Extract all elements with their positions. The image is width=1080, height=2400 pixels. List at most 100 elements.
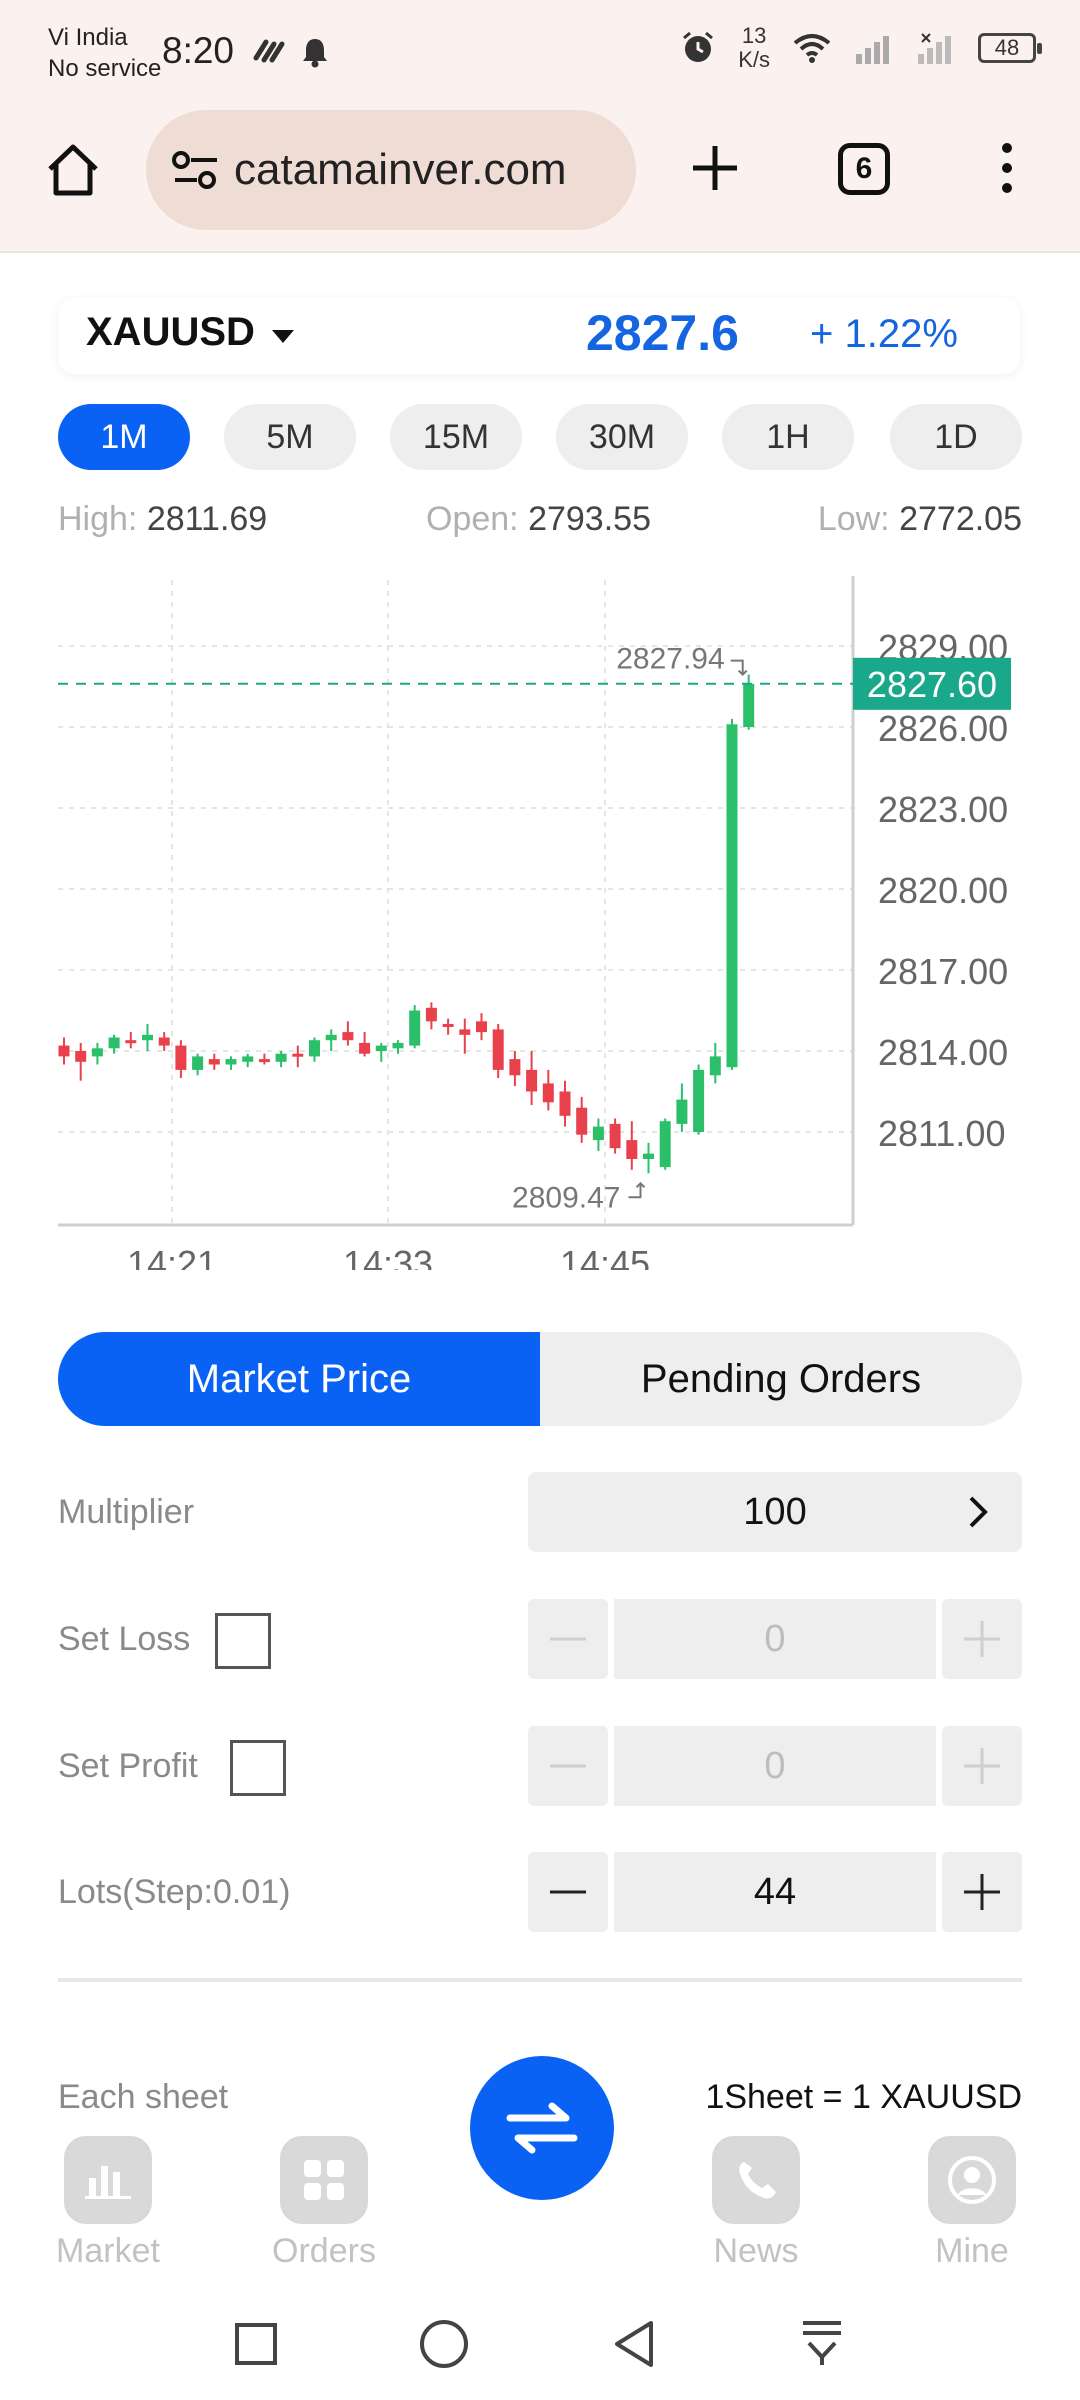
phone-icon	[712, 2136, 800, 2224]
current-price: 2827.6	[586, 305, 739, 361]
candle-body	[309, 1040, 320, 1057]
y-tick-label: 2823.00	[878, 789, 1008, 830]
tab-market-price[interactable]: Market Price	[58, 1332, 540, 1426]
set-profit-stepper: 0	[528, 1726, 1022, 1806]
candle-body	[325, 1034, 337, 1041]
max-price-label: 2827.94	[616, 643, 724, 676]
candle-body	[242, 1056, 254, 1062]
nav-market-label: Market	[56, 2232, 160, 2270]
user-icon	[928, 2136, 1016, 2224]
candle-body	[275, 1053, 287, 1062]
tune-icon	[172, 151, 217, 189]
multiplier-selector[interactable]: 100	[528, 1472, 1022, 1552]
browser-menu-button[interactable]	[982, 135, 1032, 201]
url-text: catamainver.com	[234, 145, 567, 194]
symbol-selector[interactable]: XAUUSD 2827.6 + 1.22%	[58, 298, 1020, 374]
lots-input[interactable]: 44	[614, 1852, 936, 1932]
bar-chart-icon	[64, 2136, 152, 2224]
plus-icon	[964, 1748, 1000, 1784]
lots-increment-button[interactable]	[942, 1852, 1022, 1932]
network-speed: 13 K/s	[738, 24, 770, 72]
square-icon	[235, 2323, 277, 2365]
tab-pending-orders[interactable]: Pending Orders	[540, 1332, 1022, 1426]
candle-body	[592, 1126, 604, 1141]
pull-down-icon	[803, 2321, 841, 2365]
set-loss-decrement-button[interactable]	[528, 1599, 608, 1679]
set-loss-input[interactable]: 0	[614, 1599, 936, 1679]
symbol-name: XAUUSD	[86, 310, 255, 354]
nav-orders-label: Orders	[272, 2232, 376, 2270]
timeframe-15m[interactable]: 15M	[390, 404, 522, 470]
open-label: Open:	[426, 500, 519, 538]
recents-button[interactable]	[226, 2314, 286, 2374]
minus-icon	[550, 1764, 586, 1768]
candle-body	[626, 1140, 638, 1159]
set-profit-checkbox[interactable]	[230, 1740, 286, 1796]
minus-icon	[550, 1890, 586, 1894]
chevron-right-icon	[969, 1496, 988, 1528]
each-sheet-value: 1Sheet = 1 XAUUSD	[705, 2078, 1022, 2116]
candle-body	[425, 1007, 437, 1022]
lots-row: Lots(Step:0.01) 44	[58, 1852, 1022, 1932]
nav-orders[interactable]: Orders	[244, 2136, 404, 2276]
candle-body	[526, 1069, 538, 1092]
set-profit-decrement-button[interactable]	[528, 1726, 608, 1806]
candle-body	[743, 683, 755, 727]
candle-body	[492, 1029, 504, 1070]
timeframe-1m[interactable]: 1M	[58, 404, 190, 470]
y-tick-label: 2817.00	[878, 951, 1008, 992]
nav-mine[interactable]: Mine	[892, 2136, 1052, 2276]
menu-dot-icon	[1002, 183, 1012, 193]
back-triangle-icon	[615, 2321, 653, 2367]
candle-body	[709, 1056, 721, 1076]
status-extra-icons	[252, 36, 330, 68]
back-button[interactable]	[604, 2314, 664, 2374]
signal-icon	[856, 36, 889, 64]
x-tick-label: 14:33	[343, 1243, 433, 1270]
candle-body	[375, 1045, 387, 1051]
battery-indicator: 48	[978, 33, 1042, 63]
home-button[interactable]	[40, 137, 106, 203]
alarm-icon	[683, 31, 714, 62]
set-profit-increment-button[interactable]	[942, 1726, 1022, 1806]
lots-label: Lots(Step:0.01)	[58, 1872, 291, 1911]
bell-icon	[303, 39, 327, 68]
nav-news-label: News	[713, 2232, 799, 2270]
timeframe-1d[interactable]: 1D	[890, 404, 1022, 470]
menu-dot-icon	[1002, 163, 1012, 173]
price-chart[interactable]: 2829.00 2826.00 2823.00 2820.00 2817.00 2814.…	[0, 570, 1080, 1270]
status-bar: Vi India No service 8:20 13 K/s 48	[0, 0, 1080, 105]
browser-toolbar: catamainver.com 6	[0, 105, 1080, 253]
set-profit-row: Set Profit 0	[58, 1726, 1022, 1806]
home-icon	[48, 144, 98, 196]
set-profit-input[interactable]: 0	[614, 1726, 936, 1806]
nav-market[interactable]: Market	[28, 2136, 188, 2276]
timeframe-30m[interactable]: 30M	[556, 404, 688, 470]
set-loss-increment-button[interactable]	[942, 1599, 1022, 1679]
candle-body	[409, 1010, 421, 1046]
set-loss-row: Set Loss 0	[58, 1599, 1022, 1679]
set-loss-checkbox[interactable]	[215, 1613, 271, 1669]
site-settings-button[interactable]	[168, 142, 224, 198]
candlestick-chart: 2829.002826.002823.002820.002817.002814.…	[58, 576, 1011, 1270]
swap-arrows-icon	[506, 2102, 578, 2154]
address-bar[interactable]: catamainver.com	[146, 110, 636, 230]
candle-body	[609, 1123, 621, 1149]
home-nav-button[interactable]	[414, 2314, 474, 2374]
plus-icon	[964, 1621, 1000, 1657]
lots-decrement-button[interactable]	[528, 1852, 608, 1932]
candle-body	[125, 1040, 137, 1044]
y-tick-label: 2820.00	[878, 870, 1008, 911]
tab-switcher-button[interactable]: 6	[838, 143, 890, 195]
timeframe-5m[interactable]: 5M	[224, 404, 356, 470]
timeframe-1h[interactable]: 1H	[722, 404, 854, 470]
price-change: + 1.22%	[810, 312, 958, 356]
y-tick-label: 2814.00	[878, 1032, 1008, 1073]
network-speed-unit: K/s	[738, 47, 770, 72]
candle-body	[643, 1153, 654, 1159]
trade-swap-button[interactable]	[470, 2056, 614, 2200]
nav-news[interactable]: News	[676, 2136, 836, 2276]
new-tab-button[interactable]	[682, 135, 748, 201]
y-tick-label: 2826.00	[878, 708, 1008, 749]
notification-pull-button[interactable]	[792, 2314, 852, 2374]
